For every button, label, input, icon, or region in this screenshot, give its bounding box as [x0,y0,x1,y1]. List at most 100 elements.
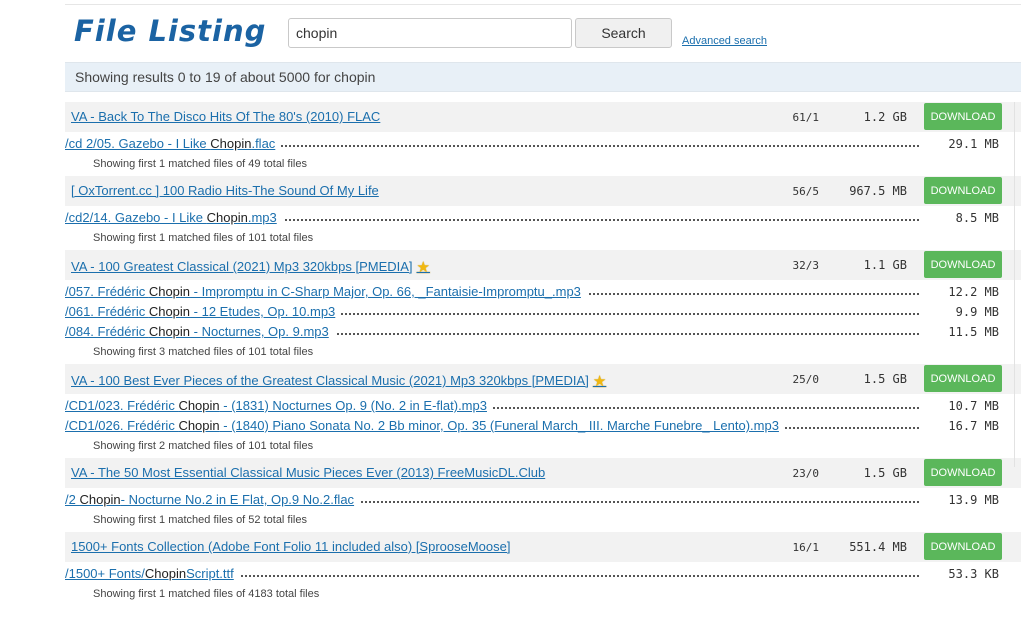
result-header: [ OxTorrent.cc ] 100 Radio Hits-The Soun… [65,176,1021,206]
file-link[interactable]: /CD1/023. Frédéric Chopin - (1831) Noctu… [65,398,493,413]
file-size: 8.5 MB [955,211,999,225]
results-summary: Showing results 0 to 19 of about 5000 fo… [75,69,376,85]
matched-files: /057. Frédéric Chopin - Impromptu in C-S… [65,280,1021,364]
file-row: /CD1/023. Frédéric Chopin - (1831) Noctu… [65,396,1021,416]
advanced-search-link[interactable]: Advanced search [682,35,767,47]
file-row: /cd2/14. Gazebo - I Like Chopin.mp3 8.5 M… [65,208,1021,228]
file-path-part: /CD1/023. Frédéric [65,398,179,413]
results-summary-bar: Showing results 0 to 19 of about 5000 fo… [65,62,1021,92]
file-path-part: /2 [65,492,80,507]
match-count-note: Showing first 1 matched files of 49 tota… [93,158,307,170]
result-title-link[interactable]: 1500+ Fonts Collection (Adobe Font Folio… [71,539,511,554]
file-match-highlight: Chopin [79,492,121,507]
file-path-part: .flac [251,136,276,151]
seed-peer-ratio: 25/0 [792,373,820,386]
file-path-part: - Nocturnes, Op. 9.mp3 [190,324,329,339]
match-count-note: Showing first 1 matched files of 101 tot… [93,232,314,244]
file-match-highlight: Chopin [178,418,220,433]
file-row: /084. Frédéric Chopin - Nocturnes, Op. 9… [65,322,1021,342]
download-button[interactable]: DOWNLOAD [924,103,1002,130]
file-match-highlight: Chopin [148,304,191,319]
result-title-link[interactable]: [ OxTorrent.cc ] 100 Radio Hits-The Soun… [71,183,379,198]
seed-peer-ratio: 61/1 [792,111,820,124]
file-path-part: /057. Frédéric [65,284,149,299]
download-button[interactable]: DOWNLOAD [924,177,1002,204]
result-header: VA - 100 Greatest Classical (2021) Mp3 3… [65,250,1021,280]
result-title-link[interactable]: VA - 100 Greatest Classical (2021) Mp3 3… [71,257,430,276]
match-count-note: Showing first 2 matched files of 101 tot… [93,440,314,452]
file-row: /057. Frédéric Chopin - Impromptu in C-S… [65,282,1021,302]
file-path-part: /cd 2/05. Gazebo - I Like [65,136,211,151]
result-title-link[interactable]: VA - The 50 Most Essential Classical Mus… [71,465,545,480]
result-group: VA - Back To The Disco Hits Of The 80's … [65,102,1021,176]
file-size: 16.7 MB [948,419,999,433]
star-icon: ★ [592,373,607,390]
search-input[interactable] [288,18,572,48]
file-path-part: /084. Frédéric [65,324,149,339]
right-edge-border [1014,102,1021,467]
download-button[interactable]: DOWNLOAD [924,365,1002,392]
download-button[interactable]: DOWNLOAD [924,533,1002,560]
file-row: /2 Chopin- Nocturne No.2 in E Flat, Op.9… [65,490,1021,510]
file-match-highlight: Chopin [206,210,248,225]
result-group: 1500+ Fonts Collection (Adobe Font Folio… [65,532,1021,606]
seed-peer-ratio: 56/5 [792,185,820,198]
file-match-highlight: Chopin [210,136,252,151]
file-size: 12.2 MB [948,285,999,299]
file-path-part: - 12 Etudes, Op. 10.mp3 [190,304,336,319]
file-size: 9.9 MB [955,305,999,319]
file-link[interactable]: /057. Frédéric Chopin - Impromptu in C-S… [65,284,587,299]
file-row: /1500+ Fonts/ChopinScript.ttf 53.3 KB [65,564,1021,584]
star-icon: ★ [416,259,430,276]
result-title-text: VA - Back To The Disco Hits Of The 80's … [71,109,381,124]
match-count-note: Showing first 1 matched files of 52 tota… [93,514,307,526]
matched-files: /1500+ Fonts/ChopinScript.ttf 53.3 KB Show… [65,562,1021,606]
file-size: 10.7 MB [948,399,999,413]
file-link[interactable]: /cd 2/05. Gazebo - I Like Chopin.flac [65,136,282,151]
site-logo[interactable]: File Listing [74,14,266,48]
file-match-highlight: Chopin [144,566,187,581]
seed-peer-ratio: 32/3 [792,259,820,272]
file-path-part: Script.ttf [186,566,234,581]
seed-peer-ratio: 16/1 [792,541,820,554]
total-size: 1.5 GB [863,466,907,480]
result-title-text: VA - 100 Best Ever Pieces of the Greates… [71,373,589,388]
result-group: VA - 100 Greatest Classical (2021) Mp3 3… [65,250,1021,364]
file-match-highlight: Chopin [148,284,191,299]
result-header: 1500+ Fonts Collection (Adobe Font Folio… [65,532,1021,562]
file-path-part: .mp3 [247,210,277,225]
result-header: VA - Back To The Disco Hits Of The 80's … [65,102,1021,132]
result-title-text: VA - The 50 Most Essential Classical Mus… [71,465,546,480]
matched-files: /cd 2/05. Gazebo - I Like Chopin.flac 29.… [65,132,1021,176]
file-link[interactable]: /CD1/026. Frédéric Chopin - (1840) Piano… [65,418,785,433]
download-button[interactable]: DOWNLOAD [924,251,1002,278]
total-size: 1.2 GB [863,110,907,124]
file-path-part: /cd2/14. Gazebo - I Like [65,210,207,225]
file-link[interactable]: /084. Frédéric Chopin - Nocturnes, Op. 9… [65,324,335,339]
file-link[interactable]: /061. Frédéric Chopin - 12 Etudes, Op. 1… [65,304,342,319]
file-row: /cd 2/05. Gazebo - I Like Chopin.flac 29.… [65,134,1021,154]
search-button[interactable]: Search [575,18,672,48]
file-match-highlight: Chopin [178,398,220,413]
file-link[interactable]: /cd2/14. Gazebo - I Like Chopin.mp3 [65,210,283,225]
download-button[interactable]: DOWNLOAD [924,459,1002,486]
file-path-part: - (1831) Nocturnes Op. 9 (No. 2 in E-fla… [219,398,487,413]
total-size: 1.5 GB [863,372,907,386]
file-size: 29.1 MB [948,137,999,151]
file-path-part: /061. Frédéric [65,304,149,319]
file-size: 53.3 KB [948,567,999,581]
result-group: VA - The 50 Most Essential Classical Mus… [65,458,1021,532]
result-title-text: VA - 100 Greatest Classical (2021) Mp3 3… [71,259,413,274]
file-row: /CD1/026. Frédéric Chopin - (1840) Piano… [65,416,1021,436]
result-title-link[interactable]: VA - Back To The Disco Hits Of The 80's … [71,109,380,124]
matched-files: /CD1/023. Frédéric Chopin - (1831) Noctu… [65,394,1021,458]
result-group: [ OxTorrent.cc ] 100 Radio Hits-The Soun… [65,176,1021,250]
match-count-note: Showing first 3 matched files of 101 tot… [93,346,314,358]
file-link[interactable]: /2 Chopin- Nocturne No.2 in E Flat, Op.9… [65,492,361,507]
file-path-part: - Nocturne No.2 in E Flat, Op.9 No.2.fla… [120,492,355,507]
result-title-link[interactable]: VA - 100 Best Ever Pieces of the Greates… [71,371,607,390]
file-link[interactable]: /1500+ Fonts/ChopinScript.ttf [65,566,240,581]
result-group: VA - 100 Best Ever Pieces of the Greates… [65,364,1021,458]
file-path-part: /CD1/026. Frédéric [65,418,179,433]
result-header: VA - The 50 Most Essential Classical Mus… [65,458,1021,488]
